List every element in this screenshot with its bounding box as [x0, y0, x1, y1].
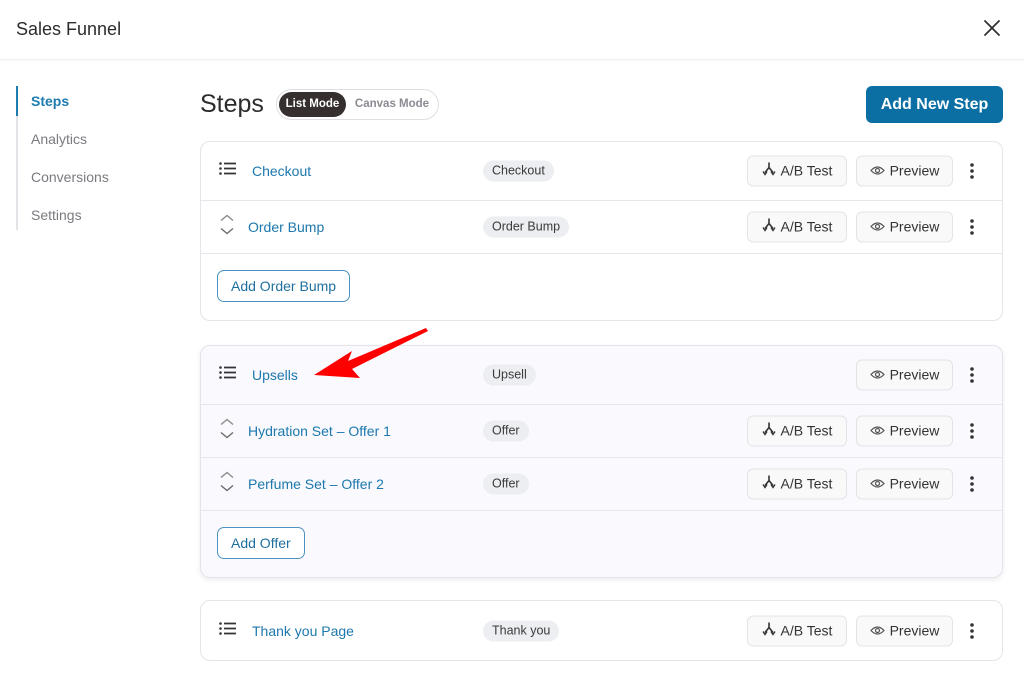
step-name-link[interactable]: Perfume Set – Offer 2: [248, 476, 384, 492]
step-group-card: Upsells Upsell Preview Hydration Set – O…: [200, 345, 1003, 578]
ab-test-button[interactable]: A/B Test: [747, 615, 847, 646]
step-group-card: Thank you Page Thank you A/B Test Previe…: [200, 600, 1003, 661]
canvas-mode-button[interactable]: Canvas Mode: [349, 92, 435, 117]
kebab-menu-icon: [966, 163, 978, 185]
split-icon: [761, 470, 776, 499]
step-group-card: Checkout Checkout A/B Test Preview Order…: [200, 141, 1003, 321]
split-icon: [761, 616, 776, 645]
ab-test-button[interactable]: A/B Test: [747, 211, 847, 243]
list-mode-button[interactable]: List Mode: [279, 92, 346, 117]
step-row: Upsells Upsell Preview: [201, 346, 1002, 405]
sidebar-item-settings[interactable]: Settings: [18, 200, 166, 238]
split-icon: [761, 213, 776, 242]
kebab-menu-icon: [966, 622, 978, 645]
more-options-button[interactable]: [966, 474, 978, 494]
more-options-button[interactable]: [966, 161, 978, 181]
preview-button[interactable]: Preview: [856, 415, 953, 447]
step-row: Checkout Checkout A/B Test Preview: [201, 142, 1002, 201]
eye-icon: [869, 157, 885, 186]
ab-test-label: A/B Test: [780, 622, 833, 638]
eye-icon: [869, 470, 885, 499]
eye-icon: [869, 417, 885, 446]
step-type-badge: Offer: [483, 473, 529, 495]
reorder-arrows-icon[interactable]: [219, 470, 235, 499]
add-order-bump-button[interactable]: Add Order Bump: [217, 270, 351, 302]
split-icon: [761, 417, 776, 446]
step-type-badge: Checkout: [483, 160, 554, 182]
more-options-button[interactable]: [966, 621, 978, 641]
preview-label: Preview: [889, 366, 940, 383]
kebab-menu-icon: [966, 476, 978, 498]
step-type-badge: Offer: [483, 420, 529, 442]
view-mode-toggle: List Mode Canvas Mode: [276, 89, 439, 120]
step-name-link[interactable]: Upsells: [252, 367, 298, 383]
close-icon: [984, 20, 1000, 36]
reorder-arrows-icon[interactable]: [219, 213, 235, 242]
eye-icon: [869, 361, 885, 390]
step-row: Order Bump Order Bump A/B Test Preview: [201, 201, 1002, 254]
preview-label: Preview: [889, 422, 940, 439]
modal-header: Sales Funnel: [0, 0, 1024, 60]
ab-test-label: A/B Test: [780, 475, 833, 492]
list-icon: [219, 366, 237, 385]
close-button[interactable]: [980, 16, 1004, 40]
reorder-arrows-icon[interactable]: [219, 417, 235, 446]
preview-label: Preview: [889, 475, 940, 492]
step-name-link[interactable]: Hydration Set – Offer 1: [248, 423, 391, 439]
ab-test-button[interactable]: A/B Test: [747, 155, 847, 187]
sidebar-nav: Steps Analytics Conversions Settings: [16, 86, 166, 230]
sidebar-item-steps[interactable]: Steps: [16, 86, 166, 124]
group-footer: Add Order Bump: [201, 254, 1002, 320]
ab-test-label: A/B Test: [780, 422, 833, 439]
preview-button[interactable]: Preview: [856, 468, 953, 500]
preview-button[interactable]: Preview: [856, 155, 953, 187]
step-name-link[interactable]: Order Bump: [248, 219, 324, 235]
preview-button[interactable]: Preview: [856, 615, 953, 646]
preview-button[interactable]: Preview: [856, 359, 953, 391]
more-options-button[interactable]: [966, 365, 978, 385]
step-name-link[interactable]: Checkout: [252, 163, 311, 179]
preview-label: Preview: [889, 162, 940, 179]
sidebar-item-conversions[interactable]: Conversions: [18, 162, 166, 200]
preview-label: Preview: [889, 622, 940, 638]
group-footer: Add Offer: [201, 511, 1002, 577]
ab-test-button[interactable]: A/B Test: [747, 415, 847, 447]
more-options-button[interactable]: [966, 421, 978, 441]
list-icon: [219, 162, 237, 181]
step-type-badge: Thank you: [483, 620, 560, 641]
page-title: Steps: [200, 90, 264, 118]
kebab-menu-icon: [966, 367, 978, 389]
eye-icon: [869, 213, 885, 242]
list-icon: [219, 621, 237, 640]
eye-icon: [869, 616, 885, 645]
preview-label: Preview: [889, 218, 940, 235]
ab-test-label: A/B Test: [780, 162, 833, 179]
ab-test-button[interactable]: A/B Test: [747, 468, 847, 500]
sidebar-item-analytics[interactable]: Analytics: [18, 124, 166, 162]
preview-button[interactable]: Preview: [856, 211, 953, 243]
split-icon: [761, 157, 776, 186]
kebab-menu-icon: [966, 219, 978, 241]
kebab-menu-icon: [966, 423, 978, 445]
step-name-link[interactable]: Thank you Page: [252, 623, 354, 639]
ab-test-label: A/B Test: [780, 218, 833, 235]
step-row: Perfume Set – Offer 2 Offer A/B Test Pre…: [201, 458, 1002, 511]
add-new-step-button[interactable]: Add New Step: [866, 86, 1003, 123]
step-type-badge: Upsell: [483, 364, 536, 386]
add-offer-button[interactable]: Add Offer: [217, 527, 305, 559]
step-type-badge: Order Bump: [483, 216, 570, 238]
modal-title: Sales Funnel: [16, 19, 122, 39]
step-row: Hydration Set – Offer 1 Offer A/B Test P…: [201, 405, 1002, 458]
step-row: Thank you Page Thank you A/B Test Previe…: [201, 601, 1002, 660]
more-options-button[interactable]: [966, 217, 978, 237]
